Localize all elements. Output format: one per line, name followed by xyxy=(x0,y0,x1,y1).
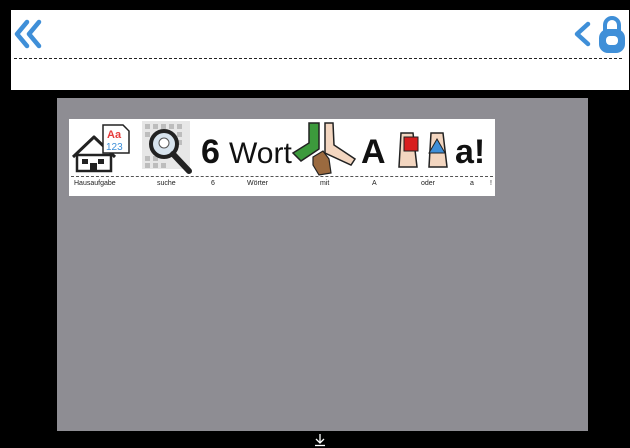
svg-text:123: 123 xyxy=(106,142,123,153)
number-six-glyph: 6 xyxy=(201,133,220,171)
word-6: 6 xyxy=(211,180,215,187)
chevron-left-icon[interactable] xyxy=(570,16,594,52)
sentence-strip[interactable]: Aa 123 6 Wort A a! Hausaufgabe suche 6 W… xyxy=(69,119,495,196)
magnifier-search-icon xyxy=(142,121,192,174)
letter-a-upper-glyph: A xyxy=(361,133,386,171)
house-homework-icon: Aa 123 xyxy=(71,124,130,173)
toolbar-divider xyxy=(14,58,622,59)
with-sock-foot-icon xyxy=(291,122,357,176)
word-woerter: Wörter xyxy=(247,180,268,187)
strip-divider xyxy=(71,176,493,177)
word-oder: oder xyxy=(421,180,436,187)
lock-icon[interactable] xyxy=(597,15,627,55)
word-a-upper: A xyxy=(372,180,377,187)
download-arrow-icon[interactable] xyxy=(314,433,326,447)
pictogram-row: Aa 123 6 Wort A a! xyxy=(71,121,485,176)
content-stage: Aa 123 6 Wort A a! Hausaufgabe suche 6 W… xyxy=(57,98,588,431)
word-mit: mit xyxy=(320,180,330,187)
double-chevron-left-icon[interactable] xyxy=(11,16,47,52)
word-suche: suche xyxy=(157,180,176,187)
word-a-lower: a xyxy=(470,180,474,187)
word-exclamation: ! xyxy=(490,180,492,187)
top-toolbar xyxy=(11,10,629,90)
letter-a-lower-glyph: a! xyxy=(455,133,485,171)
or-hands-icon xyxy=(398,132,448,168)
word-row: Hausaufgabe suche 6 Wörter mit A oder a … xyxy=(69,180,495,192)
svg-text:Aa: Aa xyxy=(107,129,122,141)
word-glyph: Wort xyxy=(229,137,292,170)
word-hausaufgabe: Hausaufgabe xyxy=(74,180,116,187)
